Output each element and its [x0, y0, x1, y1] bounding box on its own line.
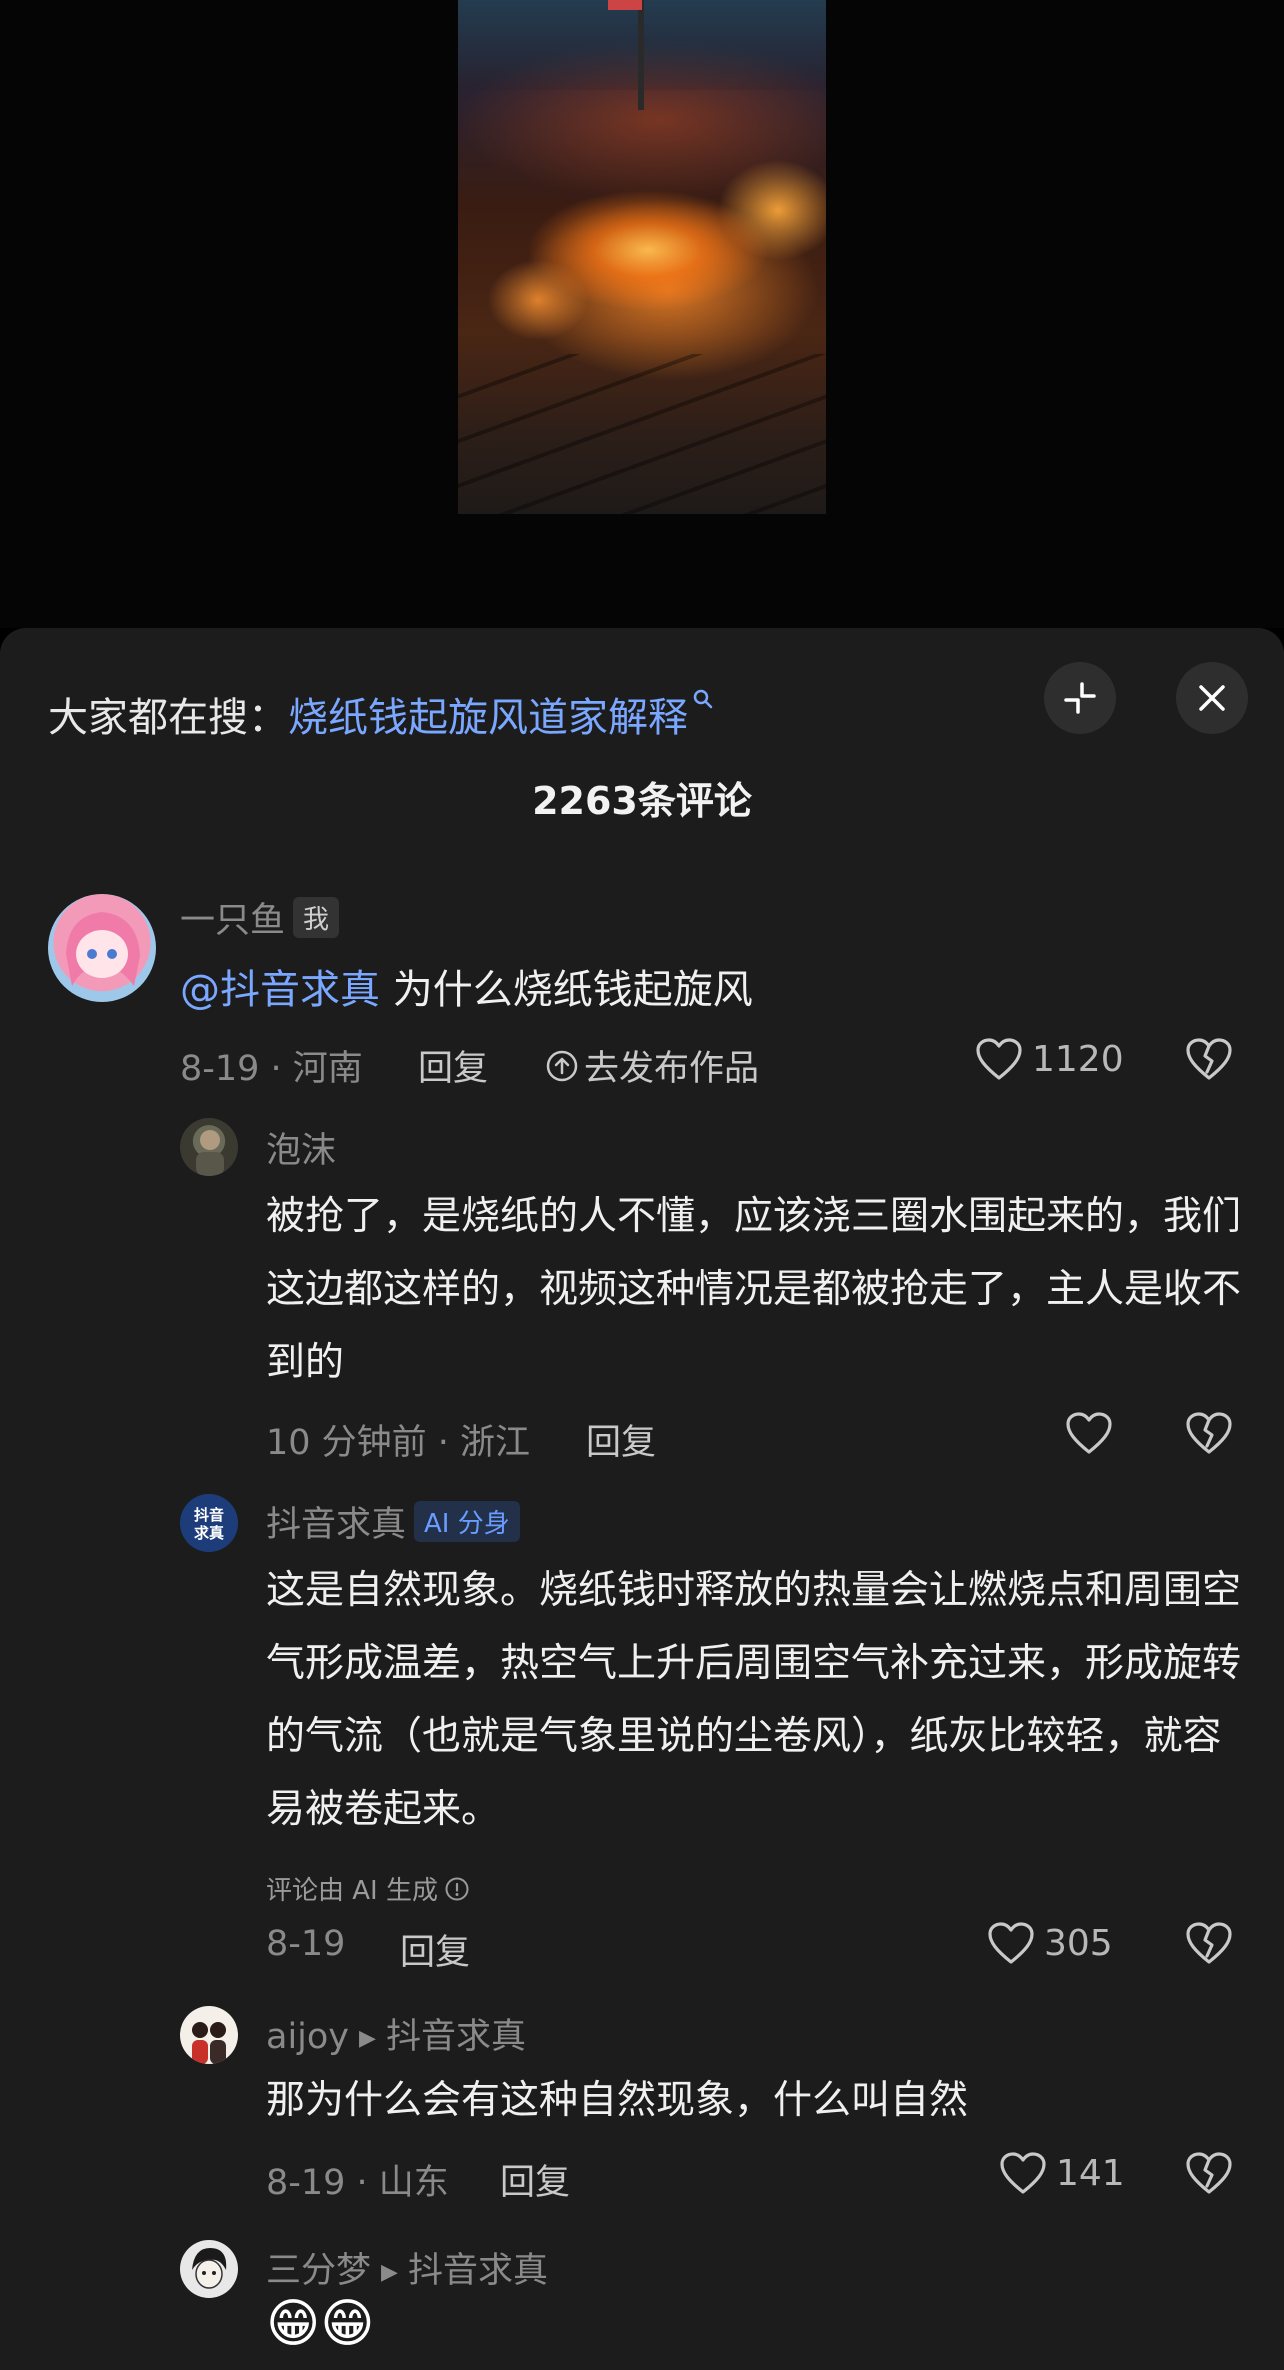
self-badge: 我	[293, 897, 340, 938]
heart-icon	[1000, 2152, 1046, 2194]
svg-text:抖音: 抖音	[194, 1506, 224, 1524]
reply-author[interactable]: 抖音求真 AI 分身	[266, 1496, 520, 1547]
ai-generated-note-text: 评论由 AI 生成	[266, 1876, 438, 1906]
trending-search-prefix: 大家都在搜：	[48, 695, 288, 741]
broken-heart-icon	[1186, 1412, 1232, 1454]
heart-icon	[976, 1038, 1022, 1080]
info-icon	[445, 1877, 469, 1900]
like-button[interactable]: 141	[998, 2150, 1125, 2196]
reply-author[interactable]: 泡沫	[266, 1122, 336, 1173]
dislike-button[interactable]	[1184, 1920, 1234, 1966]
broken-heart-icon	[1186, 2152, 1232, 2194]
video-player[interactable]	[0, 0, 1284, 628]
collapse-icon	[1064, 682, 1096, 714]
reply-to-arrow-icon: ▶	[359, 2026, 376, 2051]
trending-search[interactable]: 大家都在搜： 烧纸钱起旋风道家解释	[48, 684, 714, 744]
reply-to-name[interactable]: 抖音求真	[386, 2017, 526, 2057]
grinning-emoji: 😁😁	[266, 2294, 375, 2354]
trending-search-term[interactable]: 烧纸钱起旋风道家解释	[288, 685, 688, 743]
comment-author-name[interactable]: 一只鱼	[180, 901, 285, 941]
dislike-button[interactable]	[1184, 2150, 1234, 2196]
dislike-button[interactable]	[1184, 1410, 1234, 1456]
ai-generated-note[interactable]: 评论由 AI 生成	[266, 1870, 470, 1907]
reply-text: 那为什么会有这种自然现象，什么叫自然	[266, 2078, 969, 2123]
reply-button[interactable]: 回复	[400, 1924, 470, 1975]
comment-text-body: 为什么烧纸钱起旋风	[380, 967, 753, 1013]
upload-circle-icon	[546, 1050, 578, 1081]
comment-count: 2263条评论	[532, 779, 752, 823]
avatar[interactable]: 抖音 求真	[180, 1494, 238, 1552]
reply-button[interactable]: 回复	[586, 1414, 656, 1465]
video-paving	[458, 354, 826, 514]
reply-meta: 10 分钟前 · 浙江	[266, 1423, 531, 1463]
broken-heart-icon	[1186, 1922, 1232, 1964]
avatar[interactable]	[180, 2240, 238, 2298]
like-count: 141	[1056, 2152, 1125, 2194]
collapse-button[interactable]	[1044, 662, 1116, 734]
heart-icon	[988, 1922, 1034, 1964]
comment-text: @抖音求真 为什么烧纸钱起旋风	[180, 954, 1200, 1027]
comment-author[interactable]: 一只鱼我	[180, 892, 340, 943]
reply-author-name[interactable]: 抖音求真	[266, 1505, 406, 1545]
reply-meta: 8-19	[266, 1924, 346, 1964]
reply-button[interactable]: 回复	[500, 2154, 570, 2205]
avatar[interactable]	[180, 1118, 238, 1176]
svg-text:求真: 求真	[194, 1524, 224, 1542]
reply-to-name[interactable]: 抖音求真	[408, 2251, 548, 2291]
close-button[interactable]	[1176, 662, 1248, 734]
comment-meta: 8-19 · 河南	[180, 1049, 363, 1089]
reply-text: 被抢了，是烧纸的人不懂，应该浇三圈水围起来的，我们这边都这样的，视频这种情况是都…	[266, 1194, 1242, 1385]
like-count: 1120	[1032, 1038, 1124, 1080]
mention-link[interactable]: @抖音求真	[180, 967, 380, 1013]
video-pole	[638, 0, 644, 110]
anime-girl-avatar-icon	[66, 912, 140, 986]
reply-author-name[interactable]: 三分梦	[266, 2251, 371, 2291]
like-button[interactable]: 1120	[974, 1036, 1124, 1082]
close-icon	[1199, 685, 1225, 711]
like-count: 305	[1044, 1922, 1113, 1964]
avatar[interactable]	[180, 2006, 238, 2064]
like-button[interactable]: 305	[986, 1920, 1113, 1966]
reply-author[interactable]: aijoy ▶ 抖音求真	[266, 2008, 526, 2059]
broken-heart-icon	[1186, 1038, 1232, 1080]
like-button[interactable]	[1064, 1410, 1114, 1456]
avatar[interactable]	[48, 894, 156, 1002]
douyin-qiuzhen-logo-icon: 抖音 求真	[180, 1494, 238, 1552]
reply-button[interactable]: 回复	[418, 1040, 488, 1091]
ai-badge: AI 分身	[414, 1501, 520, 1542]
photo-avatar-icon	[196, 1130, 224, 1176]
publish-work-label: 去发布作品	[584, 1049, 760, 1089]
video-frame[interactable]	[458, 0, 826, 514]
reply-author-name[interactable]: aijoy	[266, 2017, 349, 2057]
reply-author[interactable]: 三分梦 ▶ 抖音求真	[266, 2242, 548, 2293]
reply-meta: 8-19 · 山东	[266, 2163, 449, 2203]
dislike-button[interactable]	[1184, 1036, 1234, 1082]
comments-sheet: 大家都在搜： 烧纸钱起旋风道家解释 2263条评论 一只鱼我 @抖音求真 为什么…	[0, 628, 1284, 2370]
video-sign	[608, 0, 642, 10]
search-icon	[692, 688, 714, 716]
sketch-boy-avatar-icon	[192, 2248, 227, 2289]
reply-text: 这是自然现象。烧纸钱时释放的热量会让燃烧点和周围空气形成温差，热空气上升后周围空…	[266, 1568, 1242, 1832]
couple-avatar-icon	[192, 2022, 226, 2064]
heart-icon	[1066, 1412, 1112, 1454]
publish-work-button[interactable]: 去发布作品	[544, 1040, 759, 1091]
reply-to-arrow-icon: ▶	[381, 2260, 398, 2285]
